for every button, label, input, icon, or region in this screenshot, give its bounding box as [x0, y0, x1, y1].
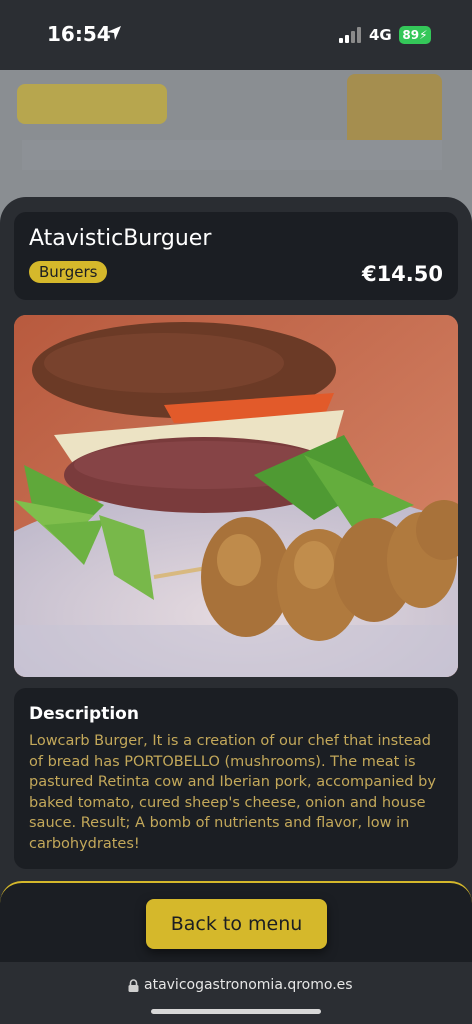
- home-indicator[interactable]: [151, 1009, 321, 1014]
- product-header-card: AtavisticBurguer Burgers €14.50: [14, 212, 458, 300]
- location-arrow-icon: [107, 26, 121, 40]
- battery-level: 89: [402, 28, 420, 42]
- status-bar: 16:54 4G 89⚡: [0, 0, 472, 70]
- lock-icon: [128, 979, 139, 992]
- back-to-menu-button[interactable]: Back to menu: [146, 899, 327, 949]
- network-type: 4G: [369, 26, 392, 44]
- page-url[interactable]: atavicogastronomia.qromo.es: [144, 977, 353, 993]
- description-heading: Description: [29, 704, 139, 724]
- description-text: Lowcarb Burger, It is a creation of our …: [29, 733, 436, 852]
- description-card: Description Lowcarb Burger, It is a crea…: [14, 688, 458, 869]
- category-badge: Burgers: [29, 261, 108, 283]
- signal-icon: [339, 27, 361, 43]
- backdrop-row: [22, 140, 442, 170]
- product-title: AtavisticBurguer: [29, 226, 212, 251]
- product-price: €14.50: [361, 262, 443, 286]
- burger-photo: [14, 315, 458, 677]
- battery-charging-icon: 89⚡: [399, 26, 431, 44]
- burger-illustration: [14, 315, 458, 677]
- backdrop-pill: [17, 84, 167, 124]
- status-time: 16:54: [47, 22, 111, 46]
- browser-url-bar[interactable]: atavicogastronomia.qromo.es: [0, 962, 472, 1024]
